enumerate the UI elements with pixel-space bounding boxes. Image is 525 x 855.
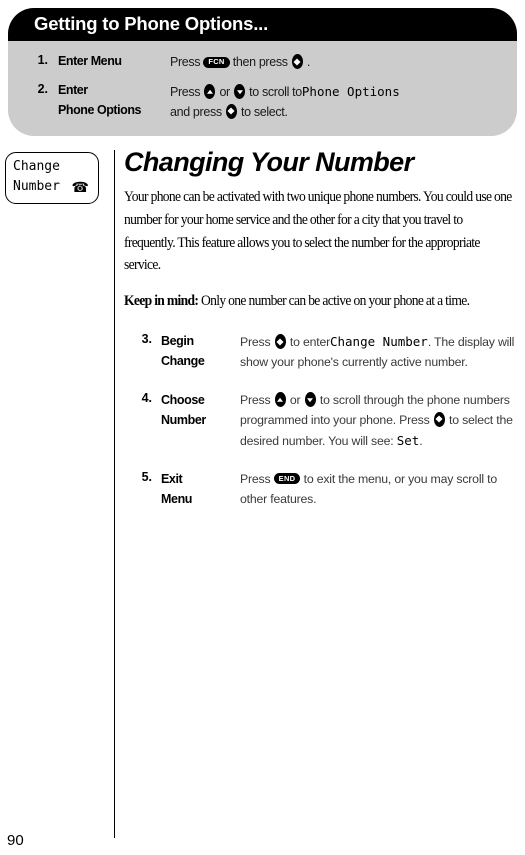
callout-step-2-line1-before: Press xyxy=(170,85,201,100)
select-key-icon xyxy=(225,103,237,119)
step-4-label-line2: Number xyxy=(161,413,206,428)
step-list: 3. Begin Change Press to enterChange Num… xyxy=(132,331,516,509)
step-3: 3. Begin Change Press to enterChange Num… xyxy=(132,331,516,373)
step-3-display-change-number: Change Number xyxy=(329,334,428,350)
callout-step-1-text: Press FCN then press . xyxy=(170,52,499,72)
callout-step-2-line1-after: to scroll to xyxy=(249,85,302,100)
side-tab-row-2: Number ☎ xyxy=(13,177,91,197)
step-5-text-1: Press xyxy=(240,471,271,486)
vertical-divider xyxy=(114,150,116,838)
fcn-key-icon: FCN xyxy=(203,56,230,68)
callout-step-2-label-line2: Phone Options xyxy=(58,102,142,117)
scroll-down-key-icon xyxy=(304,392,316,408)
step-5: 5. Exit Menu Press END to exit the menu,… xyxy=(132,469,516,510)
callout-step-2-line2-after: to select. xyxy=(241,104,288,119)
callout-step-2-text: Press or to scroll toPhone Options and p… xyxy=(170,81,499,122)
step-4-text-5: . xyxy=(419,433,423,448)
callout-step-2-text-line1: Press or to scroll toPhone Options xyxy=(170,82,499,102)
page-title: Changing Your Number xyxy=(124,147,414,177)
step-4-label: Choose Number xyxy=(152,390,240,430)
callout-step-1-text-after: . xyxy=(306,55,311,69)
scroll-down-key-icon xyxy=(234,84,245,100)
side-tab-line-1: Change xyxy=(13,159,60,174)
step-5-number: 5. xyxy=(141,469,152,484)
step-3-text-1: Press xyxy=(240,335,271,350)
scroll-up-key-icon xyxy=(274,392,286,408)
keep-in-mind-text: Only one number can be active on your ph… xyxy=(198,293,470,310)
keep-in-mind-paragraph: Keep in mind: Only one number can be act… xyxy=(124,290,514,313)
callout-title-bar: Getting to Phone Options... xyxy=(8,8,517,41)
scroll-up-key-icon xyxy=(204,84,216,100)
step-5-label-line1: Exit xyxy=(161,471,183,486)
step-4-text-1: Press xyxy=(240,393,271,408)
callout-step-1-text-mid: then press xyxy=(232,55,288,69)
callout-step-1: 1. Enter Menu Press FCN then press . xyxy=(26,52,499,72)
side-tab-change-number: Change Number ☎ xyxy=(5,152,99,204)
phone-icon: ☎ xyxy=(71,179,89,196)
side-tab-line-2: Number xyxy=(13,179,60,195)
step-4-text: Press or to scroll through the phone num… xyxy=(240,390,516,452)
keep-in-mind-label: Keep in mind: xyxy=(124,293,199,310)
callout-step-2-label-line1: Enter xyxy=(58,83,88,98)
intro-paragraph: Your phone can be activated with two uni… xyxy=(124,188,512,274)
step-4-display-set: Set xyxy=(396,432,420,448)
getting-to-phone-options-callout: Getting to Phone Options... 1. Enter Men… xyxy=(8,8,517,137)
select-key-icon xyxy=(433,411,445,427)
callout-step-2-label: Enter Phone Options xyxy=(48,81,170,120)
callout-step-2: 2. Enter Phone Options Press or to scrol… xyxy=(26,81,499,122)
step-5-text: Press END to exit the menu, or you may s… xyxy=(240,469,516,510)
callout-step-1-text-before: Press xyxy=(170,55,201,69)
callout-step-2-line2-before: and press xyxy=(170,104,222,119)
step-4-label-line1: Choose xyxy=(161,393,205,408)
end-key-icon: END xyxy=(273,473,301,485)
step-4-text-2: or xyxy=(289,393,301,408)
step-3-text-2: to enter xyxy=(289,335,330,350)
callout-step-2-number: 2. xyxy=(37,82,48,97)
callout-step-1-label: Enter Menu xyxy=(58,54,122,68)
step-3-label-line2: Change xyxy=(161,354,205,369)
step-3-label: Begin Change xyxy=(152,331,240,371)
callout-step-1-number: 1. xyxy=(37,53,48,67)
step-3-number: 3. xyxy=(141,332,152,347)
step-4: 4. Choose Number Press or to scroll thro… xyxy=(132,390,516,452)
step-5-label: Exit Menu xyxy=(152,469,240,509)
callout-step-2-line1-mid: or xyxy=(219,85,230,100)
callout-display-phone-options: Phone Options xyxy=(301,84,400,100)
callout-step-2-text-line2: and press to select. xyxy=(170,103,499,122)
main-content: Changing Your Number Your phone can be a… xyxy=(124,147,516,527)
step-3-label-line1: Begin xyxy=(161,334,194,349)
callout-title: Getting to Phone Options... xyxy=(34,13,269,35)
select-key-icon xyxy=(291,54,303,69)
step-4-number: 4. xyxy=(141,391,152,406)
select-key-icon xyxy=(274,334,286,350)
step-3-text: Press to enterChange Number. The display… xyxy=(240,331,516,373)
callout-body: 1. Enter Menu Press FCN then press . 2. … xyxy=(8,41,517,136)
step-5-label-line2: Menu xyxy=(161,491,193,506)
page-number: 90 xyxy=(7,832,24,849)
